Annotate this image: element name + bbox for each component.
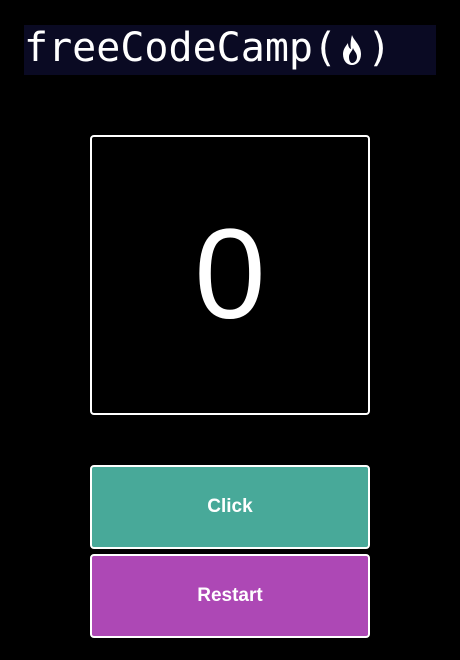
counter-value: 0 (194, 203, 266, 346)
logo-close-paren: ) (367, 25, 392, 71)
logo-text: freeCodeCamp (24, 25, 313, 71)
restart-button[interactable]: Restart (90, 554, 370, 638)
logo-open-paren: ( (312, 25, 338, 71)
flame-icon (339, 33, 365, 67)
counter-display: 0 (90, 135, 370, 415)
click-button[interactable]: Click (90, 465, 370, 549)
freecodecamp-logo: freeCodeCamp ( ) (24, 25, 436, 75)
